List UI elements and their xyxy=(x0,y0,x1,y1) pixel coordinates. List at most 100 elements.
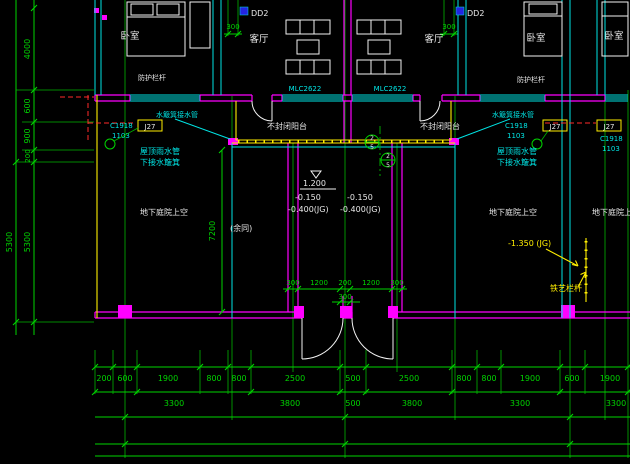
level-minus-0400-b: -0.400(JG) xyxy=(340,205,381,214)
dim-r1-1: 600 xyxy=(117,374,132,383)
dim-r1-11: 600 xyxy=(564,374,579,383)
dim-r2-3: 3800 xyxy=(402,399,422,408)
tag-dd2-right: DD2 xyxy=(467,9,484,18)
note-open-balcony-left: 不封闭阳台 xyxy=(267,121,307,131)
column xyxy=(118,305,132,318)
dim-mid-1200b: 1200 xyxy=(362,279,380,287)
note-open-balcony-right: 不封闭阳台 xyxy=(420,121,460,131)
grid-centerlines xyxy=(124,0,629,458)
note-guard-railing-left: 防护栏杆 xyxy=(138,73,166,82)
balcony-door-right xyxy=(419,100,441,122)
wardrobe-left xyxy=(189,1,211,49)
dd2-symbol-left xyxy=(239,6,249,16)
tag-mlc2622-left: MLC2622 xyxy=(289,85,322,93)
dim-r2-0: 3300 xyxy=(164,399,184,408)
tag-j27-left: J27 xyxy=(144,123,156,131)
tag-j27-right: J27 xyxy=(549,123,561,131)
dim-r2-5: 3300 xyxy=(606,399,626,408)
leader-bubble-left xyxy=(104,138,116,150)
room-label-living-left: 客厅 xyxy=(249,33,269,45)
tag-c1918-left: C1918 xyxy=(110,122,133,130)
dim-r1-8: 800 xyxy=(456,374,471,383)
level-minus-0150-a: -0.150 xyxy=(295,193,321,202)
cad-canvas: 4000 600 900 200 5300 5300 300 300 300 1… xyxy=(5,0,630,458)
courtyard-door-right xyxy=(351,317,394,360)
dim-r1-4: 800 xyxy=(231,374,246,383)
note-rain-pipe-1-left: 屋顶雨水管 xyxy=(140,146,180,156)
level-1200: 1.200 xyxy=(303,179,326,188)
coffee-table xyxy=(296,39,320,55)
dim-r1-6: 500 xyxy=(345,374,360,383)
note-courtyard-right: 地下庭院上空 xyxy=(489,207,537,217)
dim-left-5300-inner: 5300 xyxy=(23,232,32,252)
dim-left-900: 900 xyxy=(23,128,32,143)
bed-far-right xyxy=(601,1,629,57)
dim-mid-200: 200 xyxy=(338,279,351,287)
dim-left-4000: 4000 xyxy=(23,39,32,59)
level-minus-0400-a: -0.400(JG) xyxy=(288,205,329,214)
note-scupper-right: 水簸箕接水管 xyxy=(492,110,534,119)
dim-r1-7: 2500 xyxy=(399,374,419,383)
dim-top-300-right: 300 xyxy=(442,23,455,31)
tag-c1918-size-far-right: 1103 xyxy=(602,145,620,153)
room-label-bedroom-left: 卧室 xyxy=(120,30,139,42)
note-courtyard-left: 地下庭院上空 xyxy=(140,207,188,217)
dim-mid-1200a: 1200 xyxy=(310,279,328,287)
dim-left-600: 600 xyxy=(23,98,32,113)
tag-dd2-left: DD2 xyxy=(251,9,268,18)
tag-j27-far-right: J27 xyxy=(603,123,615,131)
room-label-bedroom-right: 卧室 xyxy=(526,32,545,44)
dim-r1-0: 200 xyxy=(96,374,111,383)
dim-r2-4: 3300 xyxy=(510,399,530,408)
left-dimensions: 4000 600 900 200 5300 5300 xyxy=(5,0,94,335)
wall-mark xyxy=(102,15,107,20)
tag-c1918-size-left: 1103 xyxy=(112,132,130,140)
section-sheet: 5 xyxy=(370,144,374,151)
note-rain-pipe-1-right: 屋顶雨水管 xyxy=(497,146,537,156)
furniture xyxy=(126,1,629,75)
dim-mid-300b: 300 xyxy=(390,279,403,287)
dim-mid-300a: 300 xyxy=(286,279,299,287)
note-same-as: (余同) xyxy=(230,223,252,233)
bed-right xyxy=(523,1,563,57)
section-number: 2 xyxy=(386,153,390,160)
dim-r2-2: 500 xyxy=(345,399,360,408)
dim-r1-5: 2500 xyxy=(285,374,305,383)
dd2-symbol-right xyxy=(455,6,465,16)
section-number: 2 xyxy=(370,135,374,142)
dim-r2-1: 3800 xyxy=(280,399,300,408)
tag-c1918-far-right: C1918 xyxy=(600,135,623,143)
dim-top-300-left: 300 xyxy=(226,23,239,31)
section-marker-2: 2 5 xyxy=(380,152,396,169)
dim-7200: 7200 xyxy=(208,221,217,241)
section-sheet: 5 xyxy=(386,162,390,169)
tag-c1918-size-right: 1103 xyxy=(507,132,525,140)
level-minus-1350: -1.350 (JG) xyxy=(508,239,551,248)
dim-r1-9: 800 xyxy=(481,374,496,383)
balcony-door-left xyxy=(251,100,273,122)
room-label-bedroom-far-right: 卧室 xyxy=(604,30,623,42)
sofa-right xyxy=(356,19,402,75)
dim-mid-300c: 300 xyxy=(338,293,351,301)
level-minus-0150-b: -0.150 xyxy=(347,193,373,202)
sofa-left xyxy=(285,19,331,75)
note-courtyard-far-right: 地下庭院上空 xyxy=(592,207,630,217)
column xyxy=(561,305,575,318)
dim-left-200: 200 xyxy=(24,149,32,162)
bed-left xyxy=(126,1,186,57)
tag-mlc2622-right: MLC2622 xyxy=(374,85,407,93)
note-rain-pipe-2-right: 下接水簸箕 xyxy=(497,157,537,167)
column xyxy=(340,306,352,318)
courtyard-door-left xyxy=(301,317,344,360)
coffee-table xyxy=(367,39,391,55)
bottom-dimensions: 200 600 1900 800 800 2500 500 2500 800 8… xyxy=(91,350,630,457)
top-dimensions: 300 300 xyxy=(224,0,458,38)
tag-c1918-right: C1918 xyxy=(505,122,528,130)
note-rain-pipe-2-left: 下接水簸箕 xyxy=(140,157,180,167)
dim-left-5300-outer: 5300 xyxy=(5,232,14,252)
note-scupper-left: 水簸箕接水管 xyxy=(156,110,198,119)
dim-r1-2: 1900 xyxy=(158,374,178,383)
cad-drawing-area[interactable]: 4000 600 900 200 5300 5300 300 300 300 1… xyxy=(0,0,630,464)
room-label-living-right: 客厅 xyxy=(424,33,444,45)
note-guard-railing-right: 防护栏杆 xyxy=(517,75,545,84)
